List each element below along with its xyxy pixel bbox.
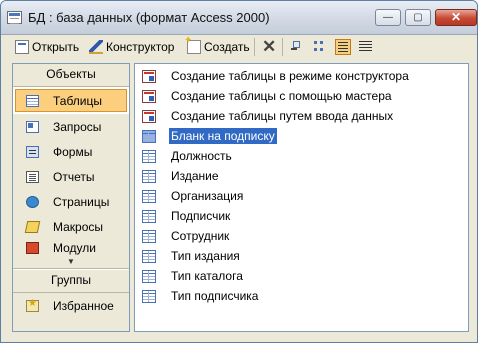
list-item-label: Должность [171,149,232,163]
objects-bar-background [13,317,129,331]
sidebar-item-label: Модули [53,241,96,255]
open-label: Открыть [32,40,80,54]
list-item[interactable]: Тип каталога [135,266,468,286]
list-item-label: Подписчик [171,209,231,223]
sidebar-item-queries[interactable]: Запросы [13,114,129,139]
table-icon [142,189,156,203]
list-item-label: Тип каталога [171,269,243,283]
list-item[interactable]: Создание таблицы в режиме конструктора [135,66,468,86]
toolbar-separator [254,38,255,56]
sidebar-item-label: Страницы [53,194,110,209]
new-button[interactable]: Создать [184,35,250,56]
sidebar-item-label: Формы [53,144,93,159]
toolbar: Открыть Конструктор Создать ✕ [1,35,477,59]
sidebar-item-label: Избранное [53,298,114,313]
sidebar-item-label: Таблицы [53,93,103,108]
list-item[interactable]: Сотрудник [135,226,468,246]
list-item[interactable]: Создание таблицы путем ввода данных [135,106,468,126]
list-item[interactable]: Должность [135,146,468,166]
favorites-icon [26,298,39,312]
small-icons-view-button[interactable] [313,39,329,55]
module-icon [26,242,39,254]
table-icon [142,289,156,303]
design-button[interactable]: Конструктор [89,38,174,56]
list-item-label: Организация [171,189,244,203]
table-icon [142,209,156,223]
open-button[interactable]: Открыть [15,38,79,56]
list-item[interactable]: Организация [135,186,468,206]
objects-bar: Объекты Таблицы Запросы Формы Отчеты Стр… [12,63,130,332]
new-label: Создать [204,40,250,54]
sidebar-item-label: Отчеты [53,169,95,184]
maximize-button[interactable]: ▢ [405,9,431,26]
groups-header[interactable]: Группы [13,269,129,293]
window-title: БД : база данных (формат Access 2000) [28,10,270,25]
minimize-button[interactable]: — [375,9,401,26]
objects-scroll-down-icon[interactable]: ▼ [13,257,129,269]
report-icon [26,170,39,183]
table-icon [142,229,156,243]
create-shortcut-icon [142,69,156,83]
list-item-label: Создание таблицы с помощью мастера [171,89,392,103]
list-item[interactable]: Тип издания [135,246,468,266]
sidebar-item-label: Запросы [53,119,102,134]
list-item[interactable]: Издание [135,166,468,186]
list-item-selected[interactable]: Бланк на подписку [135,126,468,146]
details-view-button[interactable] [358,39,374,55]
table-icon [142,249,156,263]
table-icon [142,129,156,143]
list-view-button[interactable] [335,39,351,55]
close-button[interactable]: ✕ [435,9,477,26]
delete-button[interactable]: ✕ [262,37,276,57]
list-item[interactable]: Подписчик [135,206,468,226]
macro-icon [24,220,41,233]
page-icon [26,195,39,208]
sidebar-item-reports[interactable]: Отчеты [13,164,129,189]
list-item-label: Сотрудник [171,229,230,243]
large-icons-view-button[interactable] [290,39,306,55]
form-icon [26,145,39,158]
list-item-label: Создание таблицы путем ввода данных [171,109,394,123]
query-icon [26,120,39,133]
list-item-label: Создание таблицы в режиме конструктора [171,69,409,83]
sidebar-item-modules[interactable]: Модули [13,239,129,257]
create-shortcut-icon [142,89,156,103]
table-icon [142,149,156,163]
title-bar[interactable]: БД : база данных (формат Access 2000) — … [1,1,477,35]
sidebar-item-tables[interactable]: Таблицы [15,89,127,112]
database-icon [7,11,22,24]
database-window: БД : база данных (формат Access 2000) — … [0,0,478,343]
table-icon [26,94,39,107]
table-icon [142,269,156,283]
objects-list: Создание таблицы в режиме конструктора С… [134,63,469,332]
list-item-label: Бланк на подписку [169,128,277,144]
sidebar-item-forms[interactable]: Формы [13,139,129,164]
open-icon [15,40,29,54]
sidebar-item-pages[interactable]: Страницы [13,189,129,214]
design-icon [89,40,103,54]
list-item-label: Тип издания [171,249,240,263]
objects-header[interactable]: Объекты [13,64,129,87]
list-item[interactable]: Тип подписчика [135,286,468,306]
sidebar-item-macros[interactable]: Макросы [13,214,129,239]
table-icon [142,169,156,183]
list-item-label: Издание [171,169,219,183]
list-item[interactable]: Создание таблицы с помощью мастера [135,86,468,106]
sidebar-item-label: Макросы [53,219,104,234]
toolbar-separator [282,38,283,56]
new-icon [184,35,201,54]
sidebar-item-favorites[interactable]: Избранное [13,293,129,318]
list-item-label: Тип подписчика [171,289,259,303]
design-label: Конструктор [106,40,175,54]
create-shortcut-icon [142,109,156,123]
